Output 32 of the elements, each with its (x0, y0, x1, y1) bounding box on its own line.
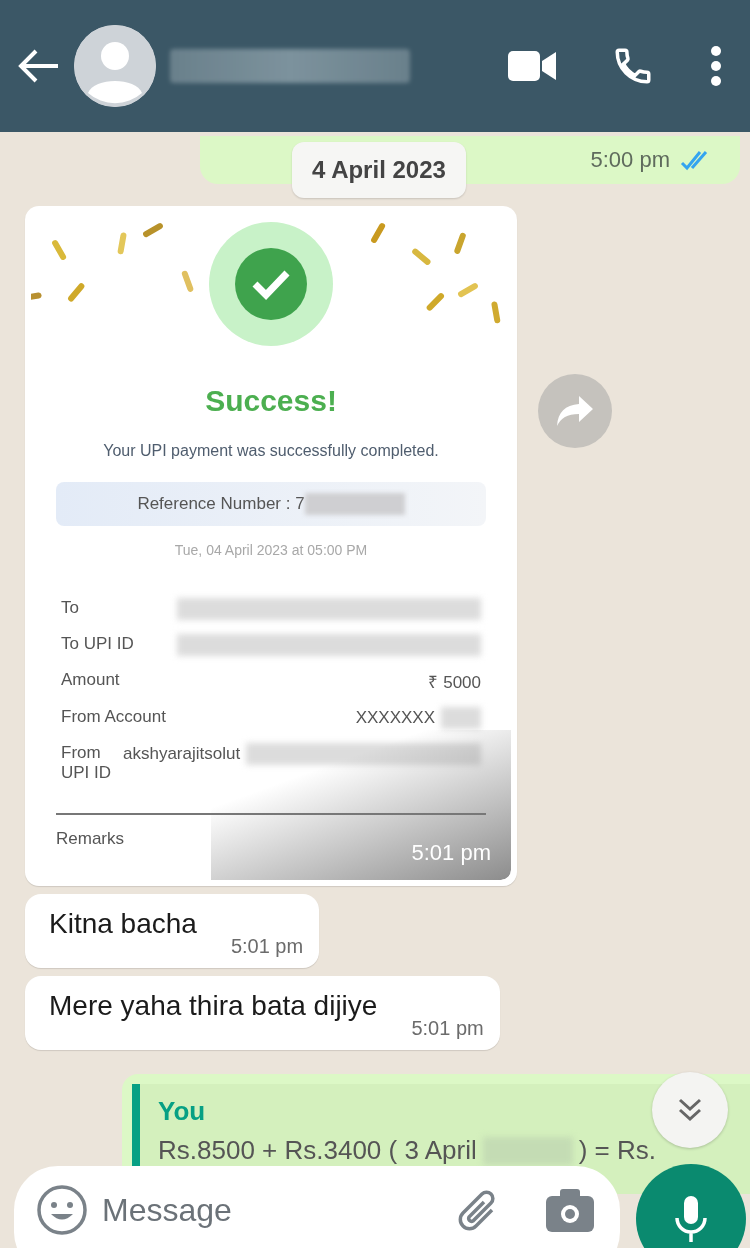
quote-author: You (158, 1096, 206, 1127)
detail-label: From Account (61, 707, 167, 727)
remarks-label: Remarks (56, 829, 124, 849)
success-check-icon (207, 220, 335, 348)
reference-number: Reference Number : 7 (137, 494, 305, 514)
message-time: 5:00 pm (590, 147, 670, 173)
date-chip: 4 April 2023 (292, 142, 466, 198)
message-time: 5:01 pm (230, 935, 304, 958)
avatar[interactable] (74, 25, 156, 107)
detail-label: To (61, 598, 80, 618)
detail-label: Amount (61, 670, 121, 690)
message-text: Kitna bacha (49, 908, 197, 941)
share-arrow-icon (555, 394, 595, 428)
detail-value: akshyarajitsolut (123, 744, 241, 764)
success-title: Success! (205, 384, 337, 418)
detail-value: ₹ 5000 (428, 672, 481, 693)
quote-text: ) = Rs. (578, 1135, 656, 1166)
detail-value: XXXXXXX (355, 708, 435, 728)
detail-label: From UPI ID (61, 743, 113, 783)
message-time: 5:01 pm (411, 1017, 484, 1040)
message-time: 5:01 pm (411, 840, 491, 866)
emoji-icon[interactable] (36, 1184, 88, 1236)
message-text: Mere yaha thira bata dijiye (49, 990, 378, 1023)
payment-date: Tue, 04 April 2023 at 05:00 PM (174, 542, 368, 558)
quote-text: Rs.8500 + Rs.3400 ( 3 April (158, 1135, 477, 1166)
detail-label: To UPI ID (61, 634, 135, 654)
video-call-icon[interactable] (508, 49, 556, 83)
image-message[interactable]: Success! Your UPI payment was successfully completed. Reference Number : 7 Tue, 04 April 2023 at 05:00 PM To To UPI ID Amount ₹ 5000 From Account XXXXXXX From UPI ID akshyarajitsolut Remarks 5:01 pm (25, 206, 517, 886)
success-message: Your UPI payment was successfully completed. (103, 442, 439, 460)
more-options-icon[interactable] (710, 45, 722, 87)
back-icon[interactable] (18, 48, 60, 84)
microphone-icon (674, 1194, 708, 1244)
